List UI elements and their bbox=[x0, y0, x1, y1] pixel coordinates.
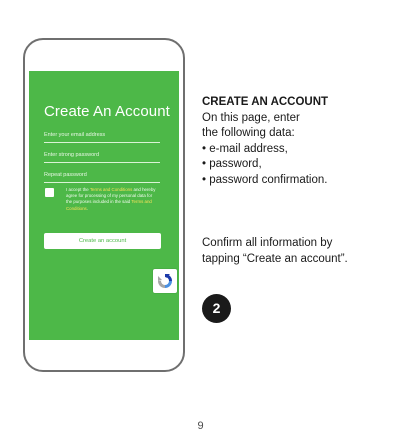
repeat-password-field[interactable]: Repeat password bbox=[44, 169, 160, 183]
confirm-line: tapping “Create an account”. bbox=[202, 252, 348, 265]
password-field[interactable]: Enter strong password bbox=[44, 149, 160, 163]
terms-checkbox[interactable] bbox=[45, 188, 54, 197]
terms-prefix: I accept the bbox=[66, 187, 90, 192]
confirm-line: Confirm all information by bbox=[202, 237, 333, 249]
screen-title: Create An Account bbox=[44, 103, 170, 120]
step-number-badge: 2 bbox=[202, 294, 231, 323]
recaptcha-glyph-icon bbox=[158, 274, 172, 288]
terms-text: I accept the Terms and Conditions and he… bbox=[66, 187, 158, 212]
instruction-line: the following data: bbox=[202, 127, 295, 139]
instruction-bullet-password: • password, bbox=[202, 158, 262, 170]
page-number: 9 bbox=[197, 420, 204, 432]
recaptcha-icon[interactable] bbox=[153, 269, 177, 293]
create-account-button[interactable]: Create an account bbox=[44, 233, 161, 249]
terms-suffix: . bbox=[86, 205, 88, 211]
email-field[interactable]: Enter your email address bbox=[44, 129, 160, 143]
instruction-bullet-email: • e-mail address, bbox=[202, 142, 288, 155]
instructions: CREATE AN ACCOUNT On this page, enter th… bbox=[202, 95, 392, 188]
confirm-instructions: Confirm all information by tapping “Crea… bbox=[202, 236, 397, 267]
instructions-heading: CREATE AN ACCOUNT bbox=[202, 96, 329, 108]
terms-link-1[interactable]: Terms and Conditions bbox=[90, 187, 132, 192]
instruction-bullet-confirmation: • password confirmation. bbox=[202, 173, 328, 186]
phone-screen: Create An Account Enter your email addre… bbox=[29, 71, 179, 340]
instruction-line: On this page, enter bbox=[202, 111, 300, 124]
